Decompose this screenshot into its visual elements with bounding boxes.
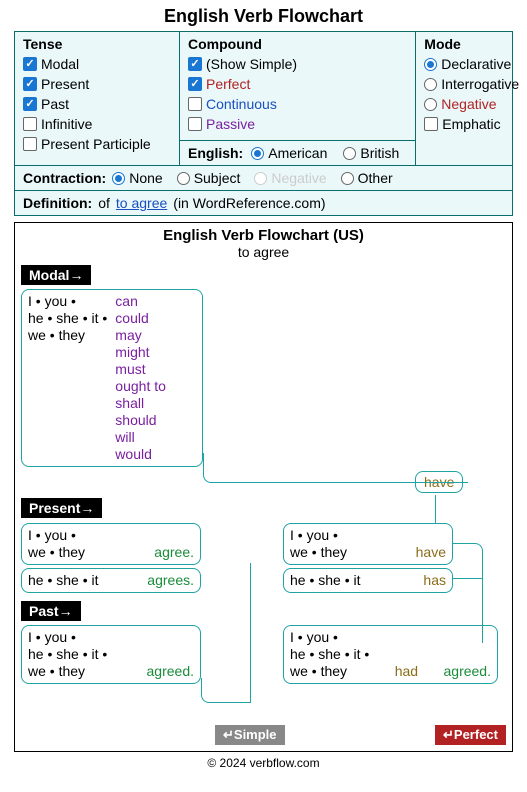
present-agrees: agrees. [147, 572, 194, 589]
label-contraction-other: Other [358, 170, 393, 186]
label-passive: Passive [206, 115, 255, 133]
label-interrogative: Interrogative [441, 75, 519, 93]
checkbox-present[interactable] [23, 77, 37, 91]
radio-british[interactable] [343, 147, 356, 160]
connector [203, 453, 468, 483]
label-present-participle: Present Participle [41, 135, 151, 153]
flowchart-verb: to agree [21, 244, 506, 260]
past-perfect-agreed: agreed. [444, 663, 491, 680]
label-continuous: Continuous [206, 95, 277, 113]
english-label: English: [188, 145, 243, 161]
present-pronouns-3sg: he • she • it [28, 572, 99, 589]
contraction-row: Contraction: None Subject Negative Other [15, 165, 512, 190]
tense-heading: Tense [23, 36, 171, 52]
compound-column: Compound (Show Simple) Perfect Continuou… [180, 32, 416, 165]
label-show-simple: (Show Simple) [206, 55, 297, 73]
tag-simple: ↵Simple [215, 725, 285, 745]
radio-contraction-subject[interactable] [177, 172, 190, 185]
radio-contraction-other[interactable] [341, 172, 354, 185]
section-label-modal: Modal→ [21, 265, 91, 285]
checkbox-emphatic[interactable] [424, 117, 438, 131]
present-perfect-pronouns-3sg: he • she • it [290, 572, 361, 589]
label-negative: Negative [441, 95, 496, 113]
radio-contraction-none[interactable] [112, 172, 125, 185]
flowchart-panel: English Verb Flowchart (US) to agree Mod… [14, 222, 513, 752]
settings-panel: Tense Modal Present Past Infinitive Pres… [14, 31, 513, 216]
checkbox-perfect[interactable] [188, 77, 202, 91]
section-label-present: Present→ [21, 498, 102, 518]
checkbox-infinitive[interactable] [23, 117, 37, 131]
connector [201, 678, 251, 703]
past-agreed: agreed. [147, 663, 194, 680]
label-contraction-none: None [129, 170, 162, 186]
checkbox-present-participle[interactable] [23, 137, 37, 151]
flowchart-title: English Verb Flowchart (US) [21, 227, 506, 244]
definition-link[interactable]: to agree [116, 195, 167, 211]
connector [453, 543, 483, 643]
label-contraction-subject: Subject [194, 170, 241, 186]
radio-interrogative[interactable] [424, 78, 437, 91]
mode-column: Mode Declarative Interrogative Negative … [416, 32, 527, 165]
radio-negative[interactable] [424, 98, 437, 111]
definition-row: Definition: of to agree (in WordReferenc… [15, 190, 512, 215]
checkbox-passive[interactable] [188, 117, 202, 131]
checkbox-modal[interactable] [23, 57, 37, 71]
contraction-label: Contraction: [23, 170, 106, 186]
connector [435, 495, 436, 523]
footer-copyright: © 2024 verbflow.com [0, 752, 527, 778]
radio-american[interactable] [251, 147, 264, 160]
checkbox-continuous[interactable] [188, 97, 202, 111]
radio-contraction-negative [254, 172, 267, 185]
present-have: have [416, 544, 446, 561]
past-pronouns: I • you • he • she • it • we • they [28, 629, 107, 680]
definition-suffix: (in WordReference.com) [173, 195, 325, 211]
checkbox-past[interactable] [23, 97, 37, 111]
definition-label: Definition: [23, 195, 92, 211]
checkbox-show-simple[interactable] [188, 57, 202, 71]
compound-heading: Compound [188, 36, 407, 52]
present-has: has [423, 572, 446, 589]
tense-column: Tense Modal Present Past Infinitive Pres… [15, 32, 180, 165]
mode-heading: Mode [424, 36, 519, 52]
label-british: British [360, 145, 399, 161]
label-contraction-negative: Negative [271, 170, 326, 186]
past-had: had [395, 663, 418, 680]
label-modal: Modal [41, 55, 79, 73]
label-american: American [268, 145, 327, 161]
section-label-past: Past→ [21, 601, 81, 621]
label-declarative: Declarative [441, 55, 511, 73]
label-infinitive: Infinitive [41, 115, 92, 133]
present-agree: agree. [154, 544, 194, 561]
label-past: Past [41, 95, 69, 113]
connector [453, 578, 483, 579]
page-title: English Verb Flowchart [0, 0, 527, 31]
modal-pronouns: I • you • he • she • it • we • they [28, 293, 115, 463]
label-present: Present [41, 75, 89, 93]
past-perfect-pronouns: I • you • he • she • it • we • they [290, 629, 369, 680]
modal-list: can could may might must ought to shall … [115, 293, 166, 463]
label-perfect: Perfect [206, 75, 250, 93]
tag-perfect: ↵Perfect [435, 725, 506, 745]
definition-of: of [98, 195, 110, 211]
label-emphatic: Emphatic [442, 115, 500, 133]
present-pronouns-non3sg: I • you • we • they [28, 527, 85, 561]
radio-declarative[interactable] [424, 58, 437, 71]
present-perfect-pronouns-non3sg: I • you • we • they [290, 527, 347, 561]
